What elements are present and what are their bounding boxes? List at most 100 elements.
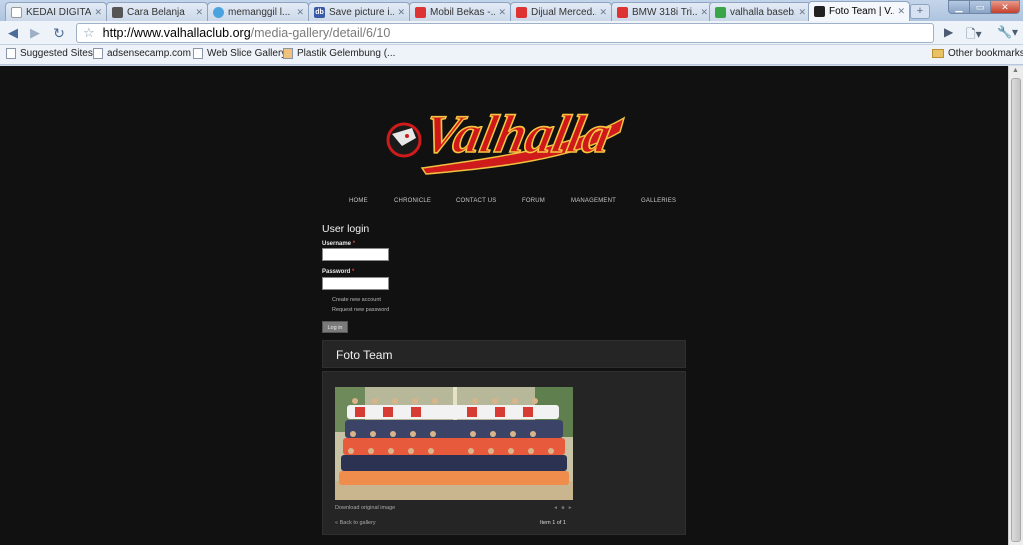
bookmark-suggested-sites[interactable]: Suggested Sites — [6, 48, 93, 59]
folder-icon — [932, 49, 944, 58]
url-path: /media-gallery/detail/6/10 — [250, 26, 391, 40]
star-icon[interactable]: ☆ — [83, 25, 95, 41]
other-bookmarks[interactable]: Other bookmarks — [932, 48, 1023, 59]
close-icon[interactable]: ✕ — [397, 7, 405, 18]
new-tab-button[interactable]: + — [910, 4, 930, 19]
page-icon — [93, 48, 103, 59]
slideshow-controls[interactable]: ◄ ■ ► — [553, 505, 574, 511]
shop-icon — [283, 48, 293, 59]
username-label: Username * — [322, 241, 355, 247]
create-account-link[interactable]: Create new account — [332, 297, 381, 303]
login-button[interactable]: Log in — [322, 321, 348, 333]
minimize-icon[interactable]: ▁ — [948, 0, 970, 14]
nav-chronicle[interactable]: CHRONICLE — [394, 198, 431, 204]
bookmark-label: Web Slice Gallery — [207, 48, 287, 59]
play-icon[interactable]: ▶ — [944, 25, 953, 39]
film-icon — [112, 6, 123, 18]
item-count: Item 1 of 1 — [540, 520, 566, 526]
page-title: Foto Team — [336, 348, 393, 362]
reload-icon[interactable]: ↻ — [50, 24, 68, 42]
google-icon — [715, 6, 726, 18]
request-password-link[interactable]: Request new password — [332, 307, 389, 313]
close-icon[interactable]: ✕ — [700, 7, 708, 18]
back-to-gallery-link[interactable]: « Back to gallery — [335, 520, 376, 526]
page-viewport: Valhalla HOME CHRONICLE CONTACT US FORUM… — [0, 66, 1008, 545]
window-close-icon[interactable]: ✕ — [990, 0, 1020, 14]
db-icon: db — [314, 6, 325, 18]
page-icon — [11, 6, 22, 18]
nav-forum[interactable]: FORUM — [522, 198, 545, 204]
page-icon — [6, 48, 16, 59]
address-url: http://www.valhallaclub.org/media-galler… — [103, 26, 391, 40]
team-photo[interactable] — [335, 387, 573, 500]
nav-home[interactable]: HOME — [349, 198, 368, 204]
tab-memanggil[interactable]: memanggil l... ✕ — [207, 2, 309, 21]
url-host: http://www.valhallaclub.org — [102, 26, 251, 40]
browser-toolbar: ◀ ▶ ↻ ☆ http://www.valhallaclub.org/medi… — [0, 21, 1023, 45]
scrollbar-thumb[interactable] — [1011, 78, 1021, 542]
vertical-scrollbar[interactable]: ▲ — [1008, 66, 1023, 545]
nav-galleries[interactable]: GALLERIES — [641, 198, 676, 204]
team-photo-image — [335, 387, 573, 500]
tab-foto-team[interactable]: Foto Team | V... ✕ — [808, 1, 910, 21]
tab-label: BMW 318i Tri... — [632, 6, 698, 18]
maximize-icon[interactable]: ▭ — [969, 0, 991, 14]
close-icon[interactable]: ✕ — [195, 7, 203, 18]
bookmark-web-slice-gallery[interactable]: Web Slice Gallery — [193, 48, 286, 59]
tab-label: KEDAI DIGITA... — [26, 6, 92, 18]
nav-management[interactable]: MANAGEMENT — [571, 198, 616, 204]
scroll-up-icon[interactable]: ▲ — [1012, 67, 1019, 74]
wrench-icon[interactable]: 🔧▾ — [997, 25, 1018, 39]
valhalla-logo[interactable]: Valhalla — [382, 80, 628, 176]
tab-kedai[interactable]: KEDAI DIGITA... ✕ — [5, 2, 107, 21]
car-icon — [617, 6, 628, 18]
nav-contact-us[interactable]: CONTACT US — [456, 198, 496, 204]
page-icon — [193, 48, 203, 59]
page-menu-icon[interactable]: 🗋▾ — [966, 25, 982, 46]
password-label: Password * — [322, 269, 354, 275]
address-bar[interactable]: ☆ http://www.valhallaclub.org/media-gall… — [76, 23, 934, 43]
forward-arrow-icon[interactable]: ▶ — [26, 24, 44, 42]
tab-dijual-merced[interactable]: Dijual Merced... ✕ — [510, 2, 612, 21]
main-nav: HOME CHRONICLE CONTACT US FORUM MANAGEME… — [337, 198, 687, 210]
tab-label: Save picture i... — [329, 6, 395, 18]
close-icon[interactable]: ✕ — [296, 7, 304, 18]
login-title: User login — [322, 223, 370, 235]
tab-bmw[interactable]: BMW 318i Tri... ✕ — [611, 2, 713, 21]
tab-label: memanggil l... — [228, 6, 291, 18]
tab-label: valhalla baseb... — [730, 6, 796, 18]
bookmark-label: adsensecamp.com — [107, 48, 191, 59]
logo-graphic: Valhalla — [386, 103, 626, 175]
gallery-panel: Download original image ◄ ■ ► « Back to … — [322, 371, 686, 535]
tab-label: Dijual Merced... — [531, 6, 597, 18]
tab-cara-belanja[interactable]: Cara Belanja ✕ — [106, 2, 208, 21]
password-input[interactable] — [322, 277, 389, 290]
close-icon[interactable]: ✕ — [897, 6, 905, 17]
tab-strip: KEDAI DIGITA... ✕ Cara Belanja ✕ memangg… — [0, 0, 1023, 21]
download-original-link[interactable]: Download original image — [335, 505, 395, 511]
tab-mobil-bekas[interactable]: Mobil Bekas -... ✕ — [409, 2, 511, 21]
tab-save-picture[interactable]: db Save picture i... ✕ — [308, 2, 410, 21]
car-icon — [415, 6, 426, 18]
car-icon — [516, 6, 527, 18]
bookmark-plastik-gelembung[interactable]: Plastik Gelembung (... — [283, 48, 395, 59]
close-icon[interactable]: ✕ — [798, 7, 806, 18]
tab-label: Foto Team | V... — [829, 6, 895, 17]
bookmark-label: Plastik Gelembung (... — [297, 48, 396, 59]
back-arrow-icon[interactable]: ◀ — [4, 24, 22, 42]
password-label-text: Password — [322, 269, 351, 275]
tab-label: Mobil Bekas -... — [430, 6, 496, 18]
username-label-text: Username — [322, 241, 352, 247]
username-input[interactable] — [322, 248, 389, 261]
close-icon[interactable]: ✕ — [94, 7, 102, 18]
bookmark-label: Suggested Sites — [20, 48, 93, 59]
tab-label: Cara Belanja — [127, 6, 185, 18]
close-icon[interactable]: ✕ — [498, 7, 506, 18]
bookmark-adsensecamp[interactable]: adsensecamp.com — [93, 48, 191, 59]
tab-valhalla-baseball[interactable]: valhalla baseb... ✕ — [709, 2, 811, 21]
logo-text: Valhalla — [418, 104, 617, 164]
other-bookmarks-label: Other bookmarks — [948, 48, 1023, 59]
valhalla-icon — [814, 6, 825, 17]
gallery-title-bar: Foto Team — [322, 340, 686, 368]
close-icon[interactable]: ✕ — [599, 7, 607, 18]
